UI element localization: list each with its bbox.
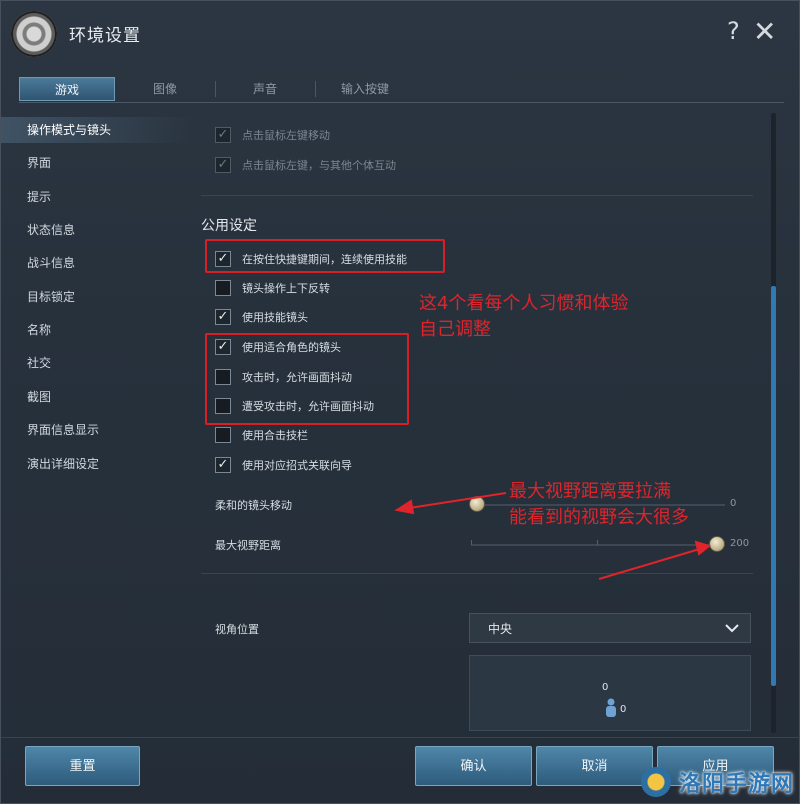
annotation-arrows: [394, 492, 712, 580]
cancel-button[interactable]: 取消: [536, 746, 653, 786]
confirm-button[interactable]: 确认: [415, 746, 532, 786]
reset-button[interactable]: 重置: [25, 746, 140, 786]
watermark-text: 洛阳手游网: [679, 772, 795, 797]
arrow-icon: [394, 492, 507, 515]
watermark-logo-icon: [641, 767, 671, 797]
watermark: 洛阳手游网: [641, 759, 800, 804]
settings-window: 环境设置 ? ✕ 游戏 图像 声音 输入按键 操作模式与镜头 界面 提示 状态信…: [0, 0, 800, 804]
arrow-icon: [598, 540, 712, 580]
